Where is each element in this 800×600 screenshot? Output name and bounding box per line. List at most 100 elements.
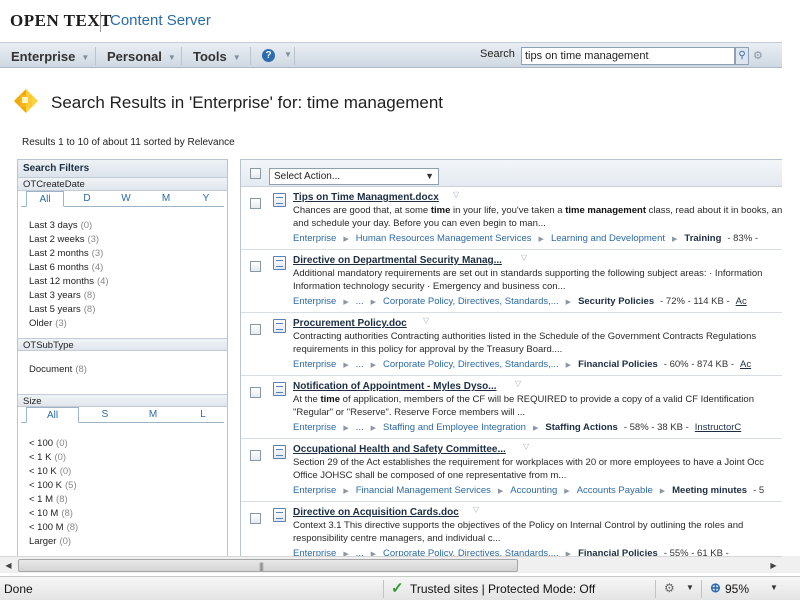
facet-item[interactable]: Document (8) <box>29 363 227 377</box>
result-owner-link[interactable]: Ac <box>736 296 747 307</box>
word-document-icon[interactable] <box>273 319 286 333</box>
breadcrumb-link[interactable]: ... <box>356 548 364 556</box>
breadcrumb-link[interactable]: ... <box>356 422 364 433</box>
breadcrumb-link[interactable]: Enterprise <box>293 422 336 433</box>
breadcrumb-location[interactable]: Meeting minutes <box>672 485 747 496</box>
menu-personal[interactable]: Personal ▼ <box>107 43 176 69</box>
facet-item[interactable]: < 100 (0) <box>29 437 227 451</box>
facet-item[interactable]: < 100 K (5) <box>29 479 227 493</box>
facet-item[interactable]: Last 3 years (8) <box>29 289 227 303</box>
breadcrumb-link[interactable]: Enterprise <box>293 548 336 556</box>
word-document-icon[interactable] <box>273 508 286 522</box>
tab-date-day[interactable]: D <box>80 191 94 207</box>
result-title-link[interactable]: Notification of Appointment - Myles Dyso… <box>293 381 497 392</box>
zoom-icon[interactable]: ⊕ <box>710 580 721 596</box>
facet-item[interactable]: < 10 K (0) <box>29 465 227 479</box>
tab-date-month[interactable]: M <box>159 191 173 207</box>
select-all-checkbox[interactable] <box>250 168 261 179</box>
tab-size-large[interactable]: L <box>196 407 210 423</box>
facet-item[interactable]: < 10 M (8) <box>29 507 227 521</box>
breadcrumb-link[interactable]: Enterprise <box>293 233 336 244</box>
facet-item[interactable]: < 100 M (8) <box>29 521 227 535</box>
result-checkbox[interactable] <box>250 324 261 335</box>
result-checkbox[interactable] <box>250 387 261 398</box>
horizontal-scrollbar[interactable]: ◀ ||| ▶ <box>0 556 782 573</box>
tab-date-week[interactable]: W <box>119 191 133 207</box>
menu-tools[interactable]: Tools ▼ <box>193 43 241 69</box>
breadcrumb-link[interactable]: Corporate Policy, Directives, Standards,… <box>383 296 559 307</box>
word-document-icon[interactable] <box>273 382 286 396</box>
tab-date-all[interactable]: All <box>26 191 64 207</box>
search-options-icon[interactable]: ⚙ <box>753 49 763 62</box>
breadcrumb-link[interactable]: ... <box>356 296 364 307</box>
horizontal-scroll-thumb[interactable]: ||| <box>18 559 518 572</box>
tab-size-small[interactable]: S <box>98 407 112 423</box>
search-input[interactable] <box>521 47 735 65</box>
facet-item[interactable]: < 1 K (0) <box>29 451 227 465</box>
result-title-link[interactable]: Occupational Health and Safety Committee… <box>293 444 506 455</box>
facet-item[interactable]: Larger (0) <box>29 535 227 549</box>
breadcrumb-link[interactable]: Learning and Development <box>551 233 665 244</box>
scroll-left-arrow-icon[interactable]: ◀ <box>0 557 17 574</box>
breadcrumb-link[interactable]: Accounting <box>510 485 557 496</box>
facet-item[interactable]: Last 2 weeks (3) <box>29 233 227 247</box>
breadcrumb-link[interactable]: ... <box>356 359 364 370</box>
breadcrumb-location[interactable]: Staffing Actions <box>545 422 617 433</box>
result-title-link[interactable]: Directive on Acquisition Cards.doc <box>293 507 459 518</box>
function-menu-icon[interactable]: ▽ <box>423 316 429 325</box>
breadcrumb-link[interactable]: Accounts Payable <box>577 485 653 496</box>
breadcrumb-link[interactable]: Enterprise <box>293 359 336 370</box>
breadcrumb-location[interactable]: Training <box>684 233 721 244</box>
breadcrumb-link[interactable]: Enterprise <box>293 296 336 307</box>
function-menu-icon[interactable]: ▽ <box>473 505 479 514</box>
zoom-level[interactable]: 95% <box>725 582 749 596</box>
result-title-link[interactable]: Procurement Policy.doc <box>293 318 407 329</box>
result-title-link[interactable]: Tips on Time Managment.docx <box>293 192 439 203</box>
breadcrumb-location[interactable]: Security Policies <box>578 296 654 307</box>
breadcrumb-link[interactable]: Corporate Policy, Directives, Standards,… <box>383 359 559 370</box>
function-menu-icon[interactable]: ▽ <box>453 190 459 199</box>
word-document-icon[interactable] <box>273 193 286 207</box>
result-checkbox[interactable] <box>250 198 261 209</box>
breadcrumb-link[interactable]: Enterprise <box>293 485 336 496</box>
tab-size-all[interactable]: All <box>26 407 79 423</box>
function-menu-icon[interactable]: ▽ <box>521 253 527 262</box>
result-title-link[interactable]: Directive on Departmental Security Manag… <box>293 255 502 266</box>
facet-item[interactable]: Last 3 days (0) <box>29 219 227 233</box>
product-name[interactable]: Content Server <box>110 12 211 29</box>
menu-enterprise[interactable]: Enterprise ▼ <box>11 43 89 69</box>
result-checkbox[interactable] <box>250 513 261 524</box>
word-document-icon[interactable] <box>273 445 286 459</box>
chevron-down-icon[interactable]: ▼ <box>770 583 778 592</box>
breadcrumb-link[interactable]: Financial Management Services <box>356 485 491 496</box>
scroll-right-arrow-icon[interactable]: ▶ <box>765 557 782 574</box>
opentext-logo[interactable]: OPEN TEXT <box>10 11 112 31</box>
breadcrumb-link[interactable]: Human Resources Management Services <box>356 233 532 244</box>
chevron-down-icon[interactable]: ▼ <box>284 50 292 59</box>
facet-item[interactable]: Last 5 years (8) <box>29 303 227 317</box>
function-menu-icon[interactable]: ▽ <box>523 442 529 451</box>
result-owner-link[interactable]: InstructorC <box>695 422 741 433</box>
breadcrumb-link[interactable]: Corporate Policy, Directives, Standards,… <box>383 548 559 556</box>
facet-item[interactable]: Last 2 months (3) <box>29 247 227 261</box>
search-go-button[interactable]: ⚲ <box>735 47 749 65</box>
facet-item[interactable]: < 1 M (8) <box>29 493 227 507</box>
breadcrumb-location[interactable]: Financial Policies <box>578 359 658 370</box>
facet-item[interactable]: Older (3) <box>29 317 227 331</box>
facet-item[interactable]: Last 6 months (4) <box>29 261 227 275</box>
chevron-down-icon[interactable]: ▼ <box>686 583 694 592</box>
help-icon[interactable]: ? <box>262 49 275 62</box>
facet-item[interactable]: Last 12 months (4) <box>29 275 227 289</box>
result-checkbox[interactable] <box>250 450 261 461</box>
tab-size-medium[interactable]: M <box>146 407 160 423</box>
breadcrumb-link[interactable]: Staffing and Employee Integration <box>383 422 526 433</box>
select-action-dropdown[interactable]: Select Action... ▼ <box>269 168 439 185</box>
breadcrumb-location[interactable]: Financial Policies <box>578 548 658 556</box>
tab-date-year[interactable]: Y <box>199 191 213 207</box>
function-menu-icon[interactable]: ▽ <box>515 379 521 388</box>
security-zone-text[interactable]: Trusted sites | Protected Mode: Off <box>410 582 595 596</box>
result-owner-link[interactable]: Ac <box>740 359 751 370</box>
addon-icon[interactable]: ⚙ <box>664 581 675 595</box>
word-document-icon[interactable] <box>273 256 286 270</box>
result-checkbox[interactable] <box>250 261 261 272</box>
